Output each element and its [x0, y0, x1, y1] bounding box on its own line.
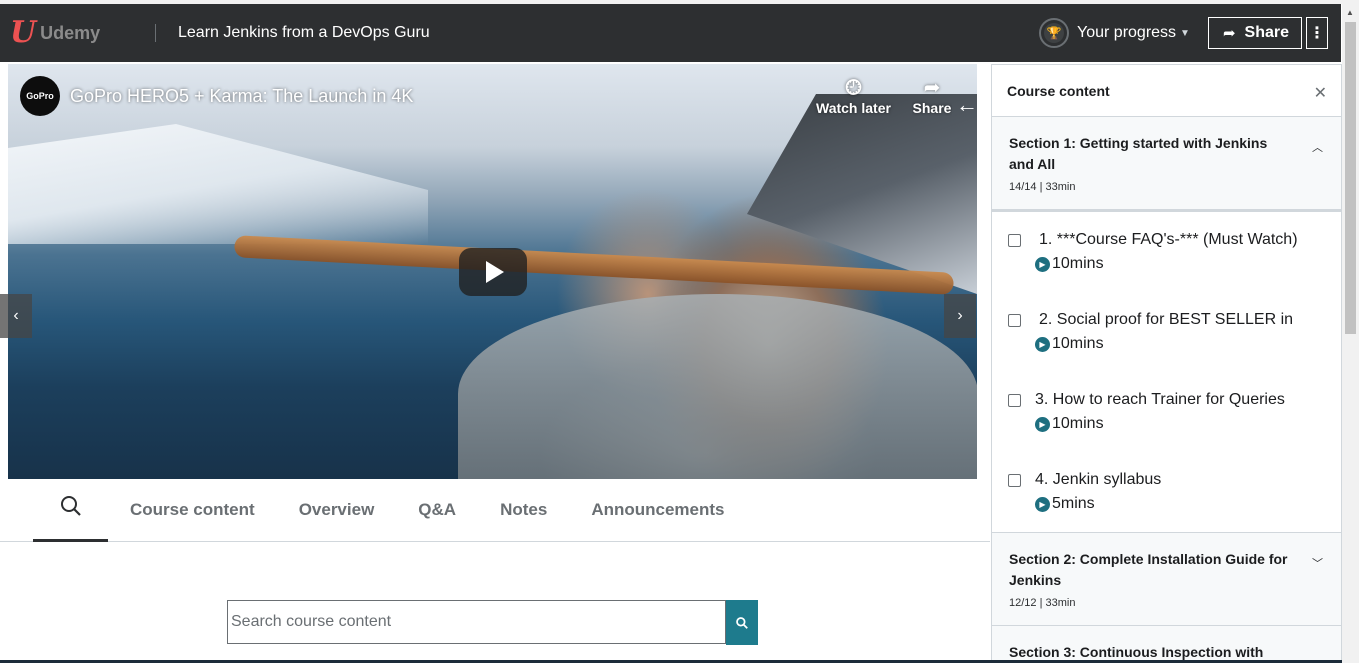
- tab-overview[interactable]: Overview: [299, 500, 375, 520]
- search-icon: [59, 494, 83, 524]
- play-icon: [486, 261, 504, 283]
- chevron-down-icon: ▼: [1180, 27, 1190, 39]
- trophy-icon[interactable]: 🏆: [1039, 18, 1070, 48]
- video-share-button[interactable]: ➦ Share: [912, 76, 952, 116]
- list-item[interactable]: 2. Social proof for BEST SELLER in ▶ 10m…: [992, 292, 1341, 372]
- video-player[interactable]: GoPro GoPro HERO5 + Karma: The Launch in…: [8, 64, 977, 479]
- lecture-duration: ▶ 5mins: [1035, 495, 1095, 513]
- next-lecture-button[interactable]: ›: [944, 294, 976, 338]
- lecture-title: 1. ***Course FAQ's-*** (Must Watch): [1039, 231, 1298, 248]
- header-divider: [155, 24, 156, 42]
- chevron-up-icon: ︿: [1312, 142, 1323, 154]
- section-title: Section 1: Getting started with Jenkins …: [1009, 135, 1268, 172]
- list-item[interactable]: 1. ***Course FAQ's-*** (Must Watch) ▶ 10…: [992, 212, 1341, 292]
- search-submit-button[interactable]: [726, 600, 758, 645]
- course-tabs: Course content Overview Q&A Notes Announ…: [0, 479, 990, 542]
- tab-course-content[interactable]: Course content: [130, 500, 255, 520]
- duration-text: 5mins: [1052, 495, 1095, 512]
- chevron-down-icon: ﹀: [1312, 558, 1323, 570]
- progress-dropdown[interactable]: Your progress: [1077, 24, 1176, 42]
- collapse-sidebar-arrow-icon[interactable]: ←: [956, 92, 977, 118]
- video-frame-boat: [458, 294, 977, 479]
- page-scrollbar[interactable]: ▲: [1342, 4, 1359, 663]
- tab-notes[interactable]: Notes: [500, 500, 547, 520]
- watch-later-label: Watch later: [816, 100, 891, 116]
- share-button-label: Share: [1244, 24, 1289, 41]
- channel-avatar[interactable]: GoPro: [20, 76, 60, 116]
- udemy-logo[interactable]: U Udemy: [10, 18, 140, 48]
- lecture-checkbox[interactable]: [1008, 234, 1021, 247]
- watch-later-button[interactable]: 🕘︎ Watch later: [816, 76, 891, 116]
- section-title: Section 2: Complete Installation Guide f…: [1009, 551, 1288, 588]
- tab-qa[interactable]: Q&A: [418, 500, 456, 520]
- play-circle-icon: ▶: [1035, 496, 1050, 512]
- course-content-sidebar: Course content ✕ Section 1: Getting star…: [991, 64, 1342, 663]
- video-frame-snow: [8, 124, 428, 244]
- section-1-items: 1. ***Course FAQ's-*** (Must Watch) ▶ 10…: [992, 210, 1341, 532]
- search-icon: [736, 616, 748, 629]
- tab-announcements[interactable]: Announcements: [591, 500, 724, 520]
- lecture-title: 2. Social proof for BEST SELLER in: [1039, 311, 1294, 328]
- duration-text: 10mins: [1052, 335, 1104, 352]
- lecture-duration: ▶ 10mins: [1035, 415, 1104, 433]
- share-button[interactable]: ➦ Share: [1207, 17, 1302, 49]
- section-meta: 12/12 | 33min: [1009, 597, 1076, 609]
- duration-text: 10mins: [1052, 415, 1104, 432]
- course-title[interactable]: Learn Jenkins from a DevOps Guru: [178, 24, 430, 42]
- share-arrow-icon: ➦: [1222, 25, 1236, 42]
- lecture-checkbox[interactable]: [1008, 314, 1021, 327]
- sidebar-title: Course content: [1007, 82, 1110, 99]
- scrollbar-thumb[interactable]: [1345, 22, 1356, 334]
- scroll-up-arrow-icon[interactable]: ▲: [1346, 8, 1354, 17]
- play-circle-icon: ▶: [1035, 336, 1050, 352]
- play-circle-icon: ▶: [1035, 416, 1050, 432]
- duration-text: 10mins: [1052, 255, 1104, 272]
- search-input[interactable]: [227, 600, 726, 644]
- play-circle-icon: ▶: [1035, 256, 1050, 272]
- lecture-checkbox[interactable]: [1008, 394, 1021, 407]
- section-header-3[interactable]: Section 3: Continuous Inspection with: [992, 626, 1341, 662]
- lecture-duration: ▶ 10mins: [1035, 335, 1104, 353]
- sidebar-header: Course content ✕: [992, 65, 1341, 117]
- udemy-logo-text: Udemy: [40, 22, 101, 43]
- close-icon[interactable]: ✕: [1314, 83, 1327, 103]
- video-share-label: Share: [912, 100, 952, 116]
- lecture-checkbox[interactable]: [1008, 474, 1021, 487]
- section-header-2[interactable]: Section 2: Complete Installation Guide f…: [992, 532, 1341, 626]
- clock-icon: 🕘︎: [845, 77, 862, 99]
- section-header-1[interactable]: Section 1: Getting started with Jenkins …: [992, 117, 1341, 210]
- lecture-title: 3. How to reach Trainer for Queries: [1035, 391, 1285, 408]
- previous-lecture-button[interactable]: ‹: [0, 294, 32, 338]
- course-header: U Udemy Learn Jenkins from a DevOps Guru…: [0, 4, 1341, 62]
- udemy-logo-mark-icon: U: [10, 15, 37, 50]
- play-button[interactable]: [459, 248, 527, 296]
- more-options-button[interactable]: ⋮: [1306, 17, 1328, 49]
- list-item[interactable]: 4. Jenkin syllabus ▶ 5mins: [992, 452, 1341, 532]
- video-title[interactable]: GoPro HERO5 + Karma: The Launch in 4K: [70, 86, 413, 107]
- lecture-duration: ▶ 10mins: [1035, 255, 1104, 273]
- list-item[interactable]: 3. How to reach Trainer for Queries ▶ 10…: [992, 372, 1341, 452]
- course-search: [227, 600, 758, 645]
- section-meta: 14/14 | 33min: [1009, 181, 1076, 193]
- tab-search[interactable]: [33, 479, 108, 542]
- lecture-title: 4. Jenkin syllabus: [1035, 471, 1162, 488]
- share-arrow-icon: ➦: [923, 77, 941, 99]
